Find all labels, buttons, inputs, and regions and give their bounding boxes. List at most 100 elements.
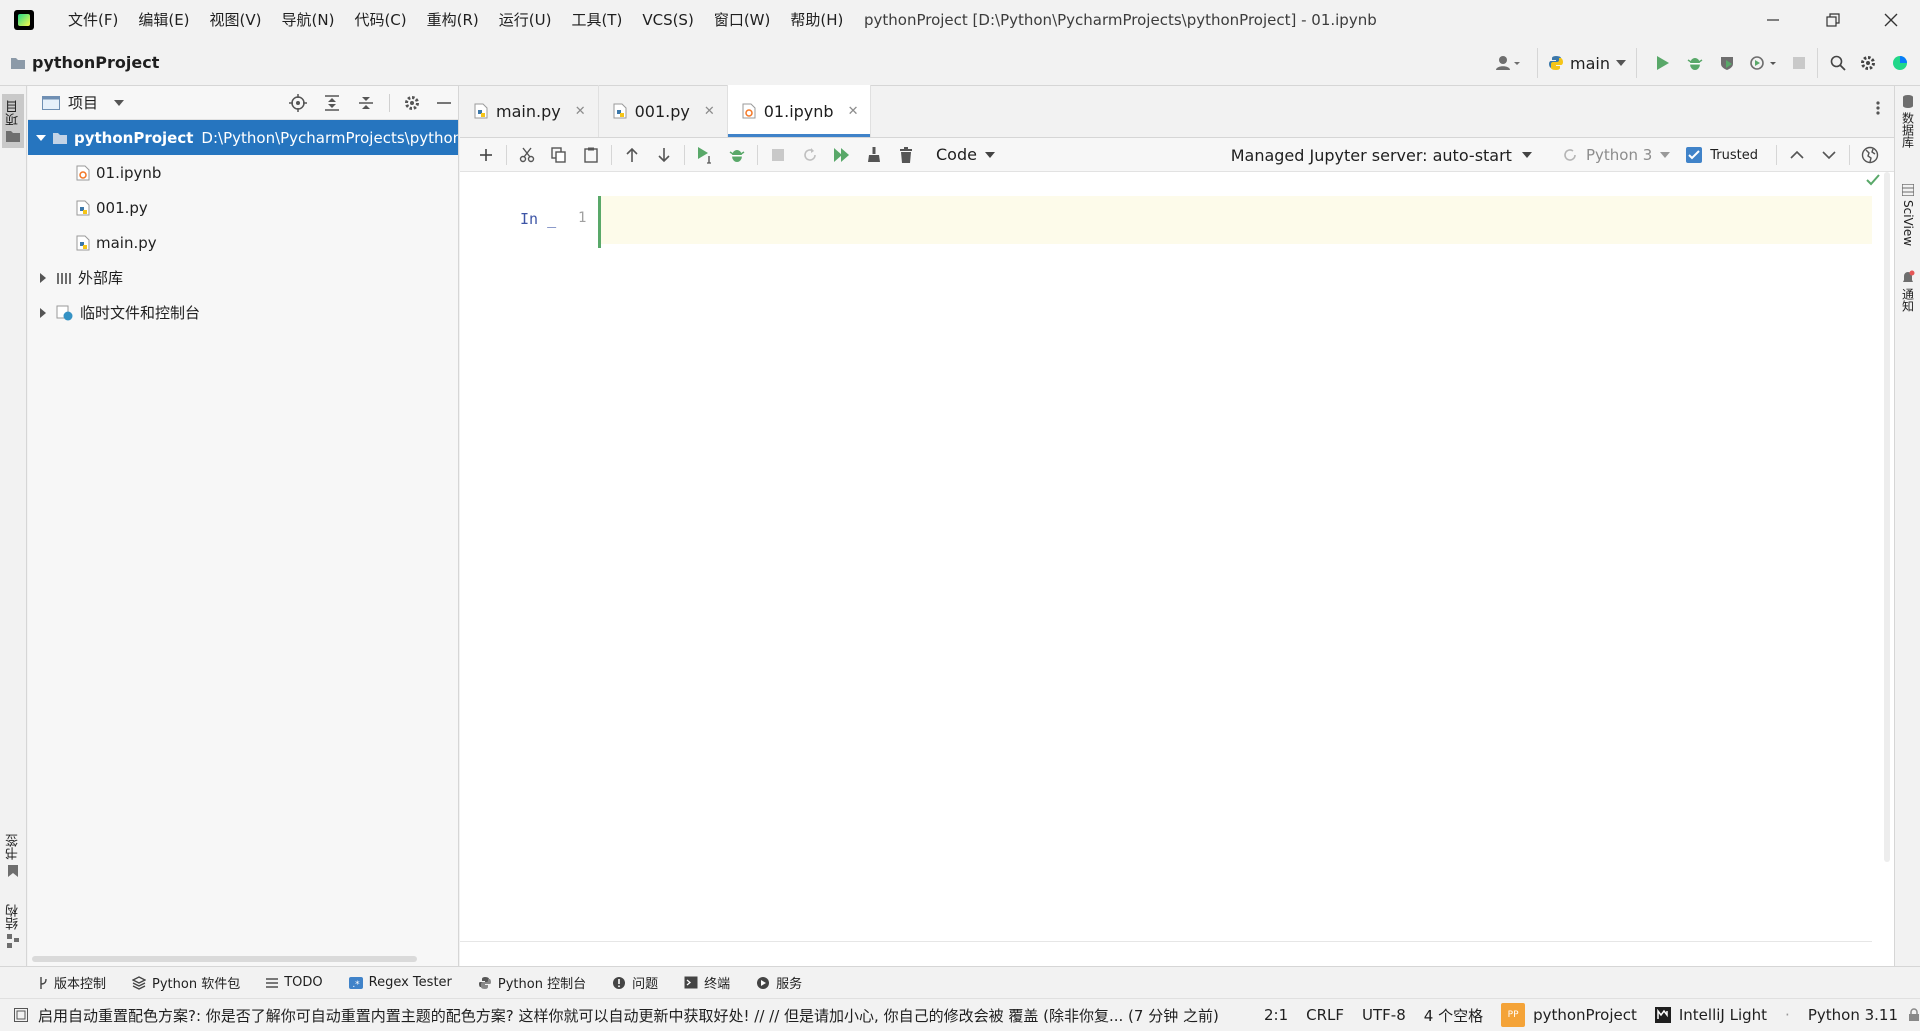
cut-cell-button[interactable] [511,141,543,169]
menu-help[interactable]: 帮助(H) [780,0,853,40]
tab-version-control[interactable]: 版本控制 [38,973,106,992]
menu-window[interactable]: 窗口(W) [704,0,781,40]
chevron-down-icon[interactable] [36,134,46,141]
interpreter-select[interactable]: Python 3.11 [1808,1006,1898,1024]
tool-window-notifications-tab[interactable]: 通知 [1898,270,1918,312]
run-all-button[interactable] [826,141,858,169]
debug-button[interactable] [1681,48,1709,78]
more-vertical-icon[interactable] [1876,100,1880,116]
hide-panel-icon[interactable] [436,95,452,111]
tab-services[interactable]: 服务 [756,973,802,992]
editor-scrollbar[interactable] [1884,172,1890,862]
indent-setting[interactable]: 4 个空格 [1424,1005,1483,1026]
copy-cell-button[interactable] [543,141,575,169]
minimize-button[interactable] [1744,0,1802,40]
add-cell-button[interactable] [470,141,502,169]
menu-view[interactable]: 视图(V) [200,0,272,40]
clear-outputs-button[interactable] [858,141,890,169]
trusted-toggle[interactable]: Trusted [1686,147,1758,163]
gear-icon[interactable] [404,95,420,111]
status-toggle-icon[interactable] [14,1008,28,1022]
tree-item-ipynb[interactable]: 01.ipynb [28,155,458,190]
theme-switcher[interactable]: IntelliJ Light [1654,1006,1767,1024]
jupyter-server-select[interactable]: Managed Jupyter server: auto-start [1231,146,1532,165]
tool-window-database-tab[interactable]: 数据库 [1898,94,1918,148]
restore-button[interactable] [1804,0,1862,40]
tab-001-py[interactable]: 001.py ✕ [599,85,728,137]
tab-todo[interactable]: TODO [266,975,323,990]
project-view-select[interactable]: 项目 [42,92,125,113]
move-cell-up-button[interactable] [616,141,648,169]
code-cell[interactable]: In _ 1 [460,196,1872,248]
caret-position[interactable]: 2:1 [1264,1006,1288,1024]
menu-run[interactable]: 运行(U) [489,0,562,40]
menu-vcs[interactable]: VCS(S) [632,0,703,40]
tab-main-py[interactable]: main.py ✕ [460,85,599,137]
menu-code[interactable]: 代码(C) [344,0,416,40]
stop-button[interactable] [1785,48,1813,78]
bottom-tab-label: 版本控制 [54,977,107,992]
breadcrumb[interactable]: pythonProject [10,53,159,72]
cell-editor[interactable] [600,196,1872,244]
project-panel-scrollbar[interactable] [32,956,417,962]
chevron-right-icon[interactable] [36,272,50,283]
tree-item-external-libraries[interactable]: 外部库 [28,260,458,295]
tool-window-structure-tab[interactable]: 结构 [2,904,24,948]
tool-window-bookmarks-tab[interactable]: 书签 [2,834,24,878]
tree-item-scratches[interactable]: 临时文件和控制台 [28,295,458,330]
locate-icon[interactable] [289,94,307,112]
tab-regex-tester[interactable]: .* Regex Tester [348,975,452,990]
divider [1776,145,1777,165]
lock-icon[interactable] [1908,1008,1920,1022]
tab-01-ipynb[interactable]: 01.ipynb ✕ [727,85,872,137]
close-window-button[interactable] [1862,0,1920,40]
tree-item-main-py[interactable]: main.py [28,225,458,260]
coverage-button[interactable] [1713,48,1741,78]
run-button[interactable] [1649,48,1677,78]
checkbox-checked-icon[interactable] [1686,147,1703,163]
expand-all-icon[interactable] [323,94,341,112]
account-button[interactable] [1491,48,1525,78]
tree-item-project-root[interactable]: pythonProject D:\Python\PycharmProjects\… [28,120,458,155]
profile-button[interactable] [1745,48,1781,78]
menu-file[interactable]: 文件(F) [58,0,128,40]
tree-item-001-py[interactable]: 001.py [28,190,458,225]
file-encoding[interactable]: UTF-8 [1362,1006,1406,1024]
tab-terminal[interactable]: 终端 [684,973,730,992]
restart-kernel-button[interactable] [794,141,826,169]
open-in-browser-button[interactable] [1854,141,1886,169]
run-config-select[interactable]: main [1537,48,1637,78]
menu-tools[interactable]: 工具(T) [561,0,632,40]
menu-navigate[interactable]: 导航(N) [272,0,345,40]
search-everywhere-button[interactable] [1817,48,1850,78]
collapse-all-icon[interactable] [357,94,375,112]
previous-cell-button[interactable] [1781,141,1813,169]
close-tab-icon[interactable]: ✕ [704,104,715,119]
tab-python-packages[interactable]: Python 软件包 [132,973,240,992]
move-cell-down-button[interactable] [648,141,680,169]
paste-cell-button[interactable] [575,141,607,169]
kernel-select[interactable]: Python 3 [1562,146,1671,164]
cell-type-select[interactable]: Code [936,145,995,164]
settings-button[interactable] [1854,48,1882,78]
run-cell-button[interactable] [689,141,721,169]
line-ending[interactable]: CRLF [1306,1006,1344,1024]
debug-cell-button[interactable] [721,141,753,169]
menu-edit[interactable]: 编辑(E) [128,0,199,40]
tab-problems[interactable]: 问题 [612,973,658,992]
services-icon [756,976,770,990]
next-cell-button[interactable] [1813,141,1845,169]
status-message[interactable]: 启用自动重置配色方案?: 你是否了解你可自动重置内置主题的配色方案? 这样你就可… [14,1005,1246,1026]
jetbrains-button[interactable] [1886,48,1914,78]
tool-window-project-tab[interactable]: 项目 [2,94,24,148]
chevron-right-icon[interactable] [36,307,50,318]
bottom-tab-label: 终端 [704,977,731,992]
menu-refactor[interactable]: 重构(R) [417,0,489,40]
close-tab-icon[interactable]: ✕ [848,104,859,119]
delete-cell-button[interactable] [890,141,922,169]
close-tab-icon[interactable]: ✕ [575,104,586,119]
project-switcher[interactable]: PP pythonProject [1501,1003,1637,1027]
interrupt-kernel-button[interactable] [762,141,794,169]
tool-window-sciview-tab[interactable]: SciView [1898,184,1918,246]
tab-python-console[interactable]: Python 控制台 [478,973,586,992]
